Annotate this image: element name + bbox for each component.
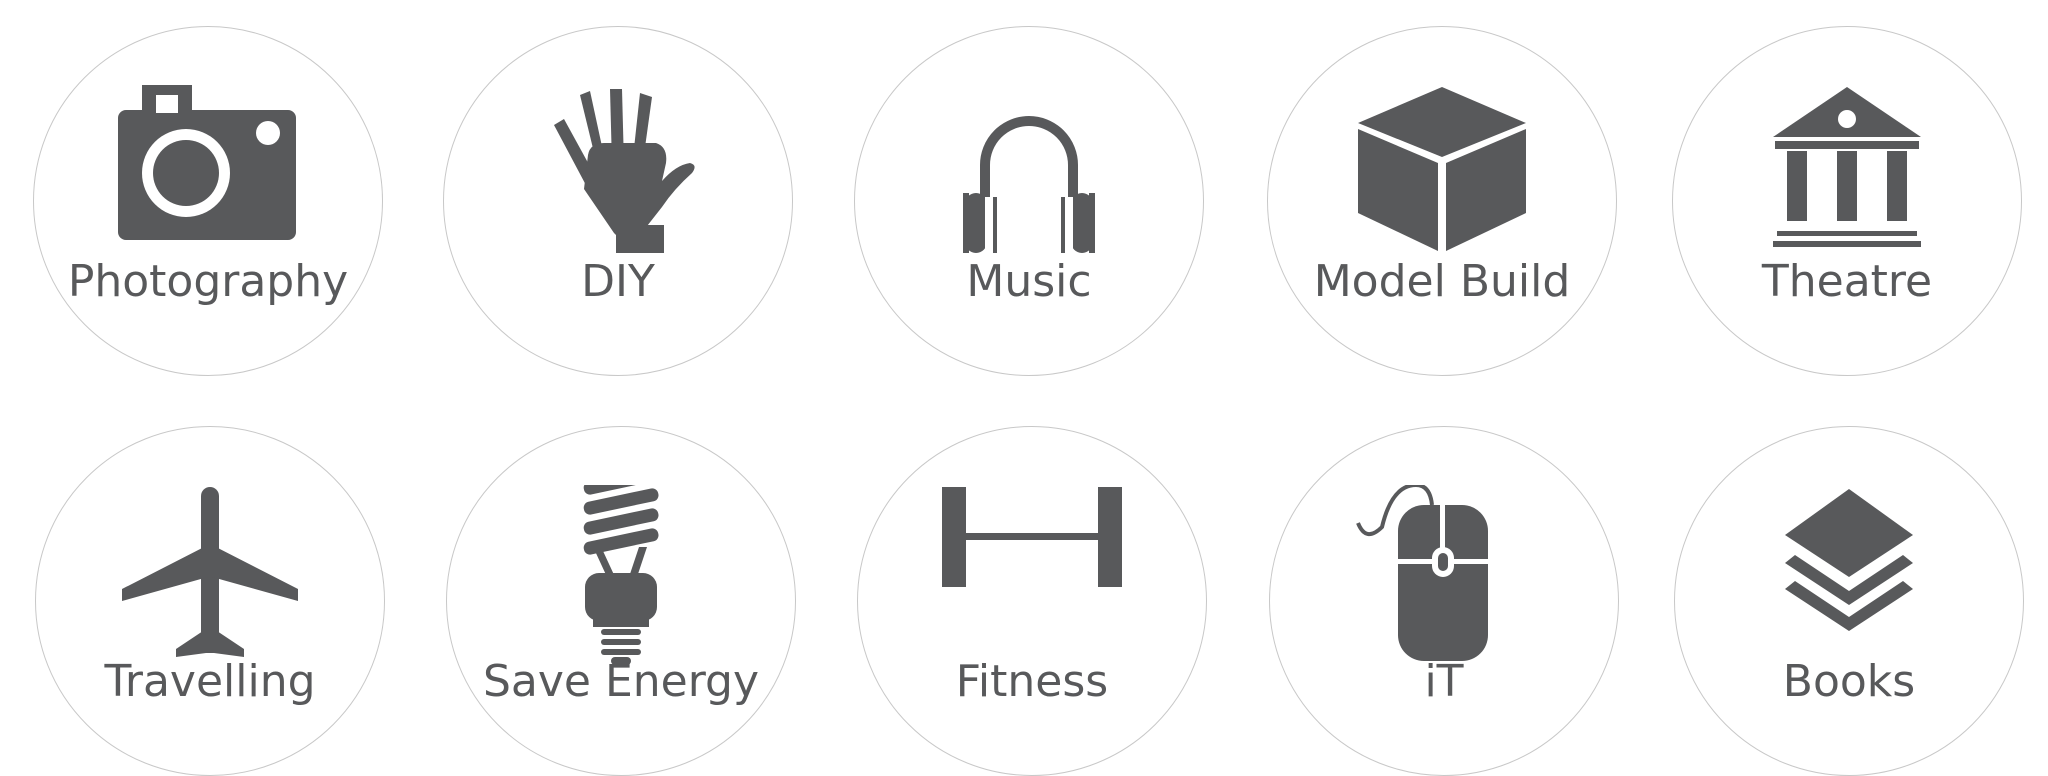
computer-mouse-icon: [1354, 485, 1534, 665]
barbell-icon: [942, 485, 1122, 665]
interest-theatre[interactable]: Theatre: [1672, 26, 2022, 376]
interest-label: DIY: [581, 256, 655, 307]
hand-icon: [528, 85, 708, 265]
interest-label: Travelling: [104, 656, 316, 707]
cube-icon: [1352, 85, 1532, 265]
interest-label: Model Build: [1313, 256, 1571, 307]
interest-photography[interactable]: Photography: [33, 26, 383, 376]
interest-model-build[interactable]: Model Build: [1267, 26, 1617, 376]
interest-it[interactable]: iT: [1269, 426, 1619, 776]
layers-icon: [1759, 485, 1939, 665]
airplane-icon: [120, 485, 300, 665]
interest-label: Theatre: [1761, 256, 1933, 307]
interest-books[interactable]: Books: [1674, 426, 2024, 776]
interest-label: iT: [1424, 656, 1464, 707]
interest-diy[interactable]: DIY: [443, 26, 793, 376]
interest-fitness[interactable]: Fitness: [857, 426, 1207, 776]
camera-icon: [118, 85, 298, 265]
interest-label: Fitness: [955, 656, 1109, 707]
interest-label: Books: [1782, 656, 1916, 707]
energy-bulb-icon: [531, 485, 711, 665]
interest-label: Photography: [67, 256, 349, 307]
interest-music[interactable]: Music: [854, 26, 1204, 376]
interest-save-energy[interactable]: Save Energy: [446, 426, 796, 776]
interest-label: Save Energy: [482, 656, 760, 707]
interest-grid: Photography DIY Music Model Build Theatr…: [0, 0, 2048, 776]
interest-travelling[interactable]: Travelling: [35, 426, 385, 776]
headphones-icon: [939, 85, 1119, 265]
museum-icon: [1757, 85, 1937, 265]
interest-label: Music: [966, 256, 1092, 307]
